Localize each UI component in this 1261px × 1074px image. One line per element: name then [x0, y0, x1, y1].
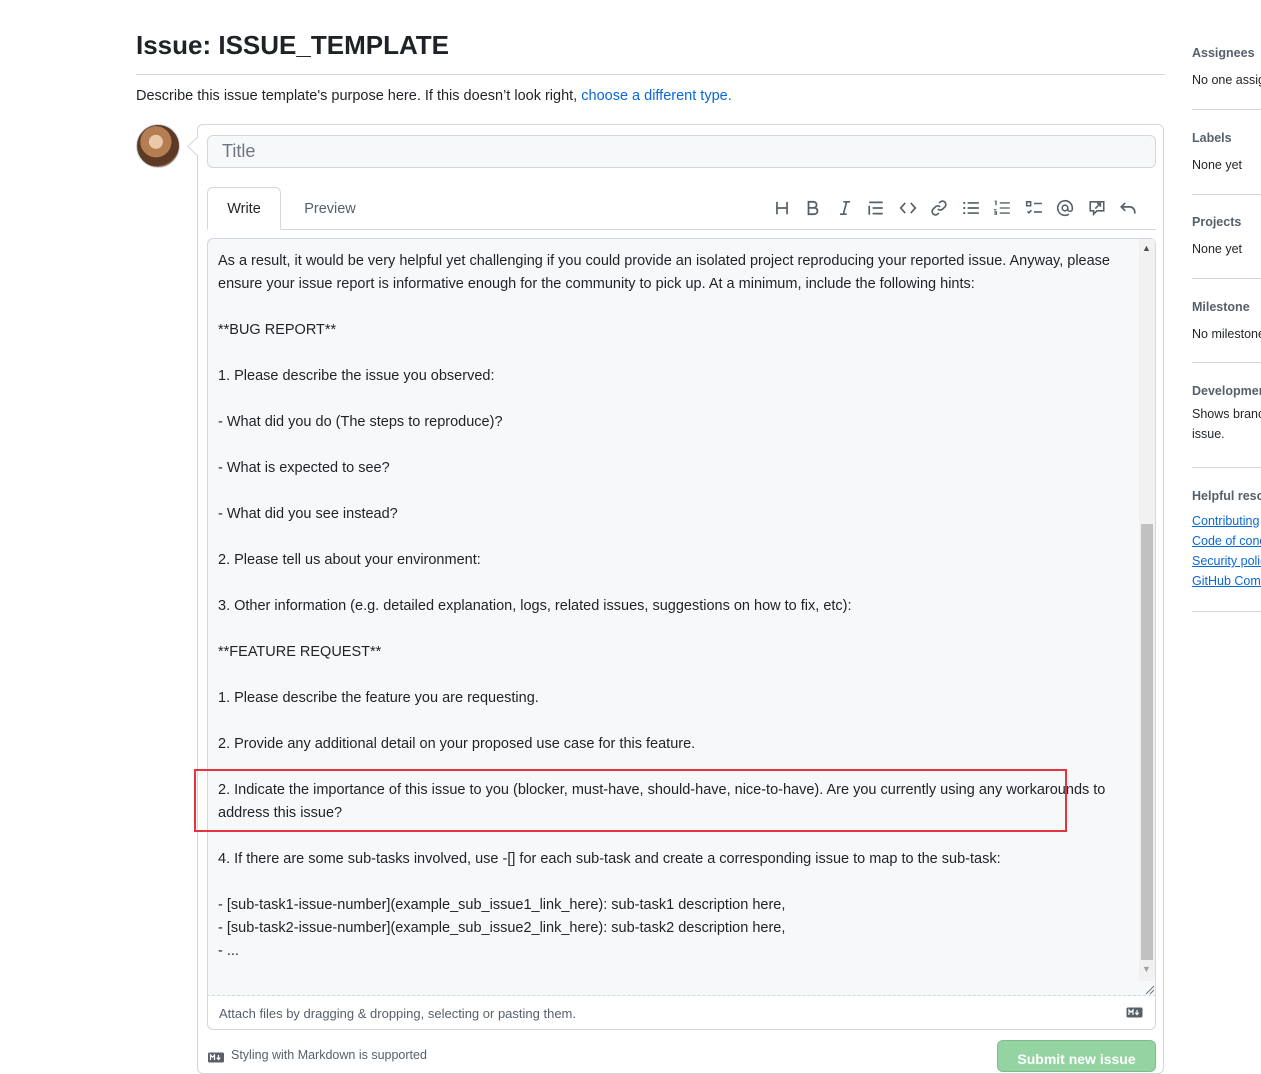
body-line: - [sub-task1-issue-number](example_sub_i… [218, 897, 786, 913]
scroll-down-arrow-icon[interactable]: ▼ [1142, 964, 1151, 974]
mention-icon[interactable] [1050, 196, 1082, 220]
sidebar-divider [1192, 467, 1261, 468]
body-line [218, 526, 1133, 549]
development-value: Shows branches and pull requests linked … [1192, 407, 1261, 421]
sidebar-divider [1192, 109, 1261, 110]
body-line [218, 388, 1133, 411]
labels-heading[interactable]: Labels [1192, 131, 1261, 145]
body-line [218, 710, 1133, 733]
code-of-conduct-link[interactable]: Code of conduct [1192, 531, 1261, 551]
link-icon[interactable] [924, 196, 956, 220]
body-line: - ... [218, 943, 239, 959]
numbered-list-icon[interactable] [987, 196, 1019, 220]
issue-title-input[interactable] [207, 135, 1156, 168]
sidebar-labels[interactable]: Labels None yet [1192, 131, 1261, 172]
markdown-supported-text[interactable]: Styling with Markdown is supported [231, 1048, 427, 1062]
development-value-cont: issue. [1192, 427, 1225, 441]
body-line: - What did you do (The steps to reproduc… [218, 414, 503, 430]
body-line: **BUG REPORT** [218, 322, 337, 338]
body-line [218, 296, 1133, 319]
contributing-link[interactable]: Contributing [1192, 511, 1261, 531]
body-line: - What did you see instead? [218, 506, 398, 522]
development-heading[interactable]: Development [1192, 384, 1261, 398]
markdown-toolbar [766, 196, 1144, 220]
heading-icon[interactable] [766, 196, 798, 220]
body-line: - What is expected to see? [218, 460, 390, 476]
body-line [218, 434, 1133, 457]
quote-icon[interactable] [861, 196, 893, 220]
page-title: Issue: ISSUE_TEMPLATE [136, 30, 450, 60]
bulleted-list-icon[interactable] [955, 196, 987, 220]
sidebar-development[interactable]: Development Shows branches and pull requ… [1192, 384, 1261, 444]
sidebar-divider [1192, 278, 1261, 279]
sidebar-projects[interactable]: Projects None yet [1192, 215, 1261, 256]
body-line [218, 572, 1133, 595]
italic-icon[interactable] [829, 196, 861, 220]
body-line: 4. If there are some sub-tasks involved,… [218, 851, 1001, 867]
sidebar-helpful-resources: Helpful resources Contributing Code of c… [1192, 489, 1261, 591]
assignees-value: No one assigned [1192, 73, 1261, 87]
submit-new-issue-button[interactable]: Submit new issue [997, 1040, 1156, 1072]
markdown-icon[interactable] [1126, 1007, 1143, 1018]
body-line [218, 664, 1133, 687]
milestone-value: No milestone [1192, 327, 1261, 341]
body-line: As a result, it would be very helpful ye… [218, 253, 1115, 292]
body-line: 1. Please describe the feature you are r… [218, 690, 539, 706]
attach-files-text: Attach files by dragging & dropping, sel… [219, 1006, 576, 1021]
body-line: 3. Other information (e.g. detailed expl… [218, 598, 852, 614]
sidebar-divider [1192, 194, 1261, 195]
code-icon[interactable] [892, 196, 924, 220]
body-line: 2. Provide any additional detail on your… [218, 736, 696, 752]
tab-preview[interactable]: Preview [287, 187, 373, 230]
issue-body-textarea[interactable]: As a result, it would be very helpful ye… [207, 238, 1156, 996]
assignees-heading[interactable]: Assignees [1192, 46, 1261, 60]
body-line: **FEATURE REQUEST** [218, 644, 382, 660]
task-list-icon[interactable] [1018, 196, 1050, 220]
body-line: - [sub-task2-issue-number](example_sub_i… [218, 920, 786, 936]
community-guidelines-link[interactable]: GitHub Community Guidelines [1192, 571, 1261, 591]
sidebar-assignees[interactable]: Assignees No one assigned [1192, 46, 1261, 87]
milestone-heading[interactable]: Milestone [1192, 300, 1261, 314]
projects-value: None yet [1192, 242, 1243, 256]
scroll-up-arrow-icon[interactable]: ▲ [1142, 243, 1151, 253]
reference-icon[interactable] [1081, 196, 1113, 220]
template-description-text: Describe this issue template's purpose h… [136, 88, 582, 104]
issue-body-text: As a result, it would be very helpful ye… [218, 250, 1133, 963]
security-policy-link[interactable]: Security policy [1192, 551, 1261, 571]
helpful-resources-heading: Helpful resources [1192, 489, 1261, 503]
body-line: 1. Please describe the issue you observe… [218, 368, 495, 384]
template-description: Describe this issue template's purpose h… [136, 88, 732, 104]
sidebar-divider [1192, 611, 1261, 612]
bold-icon[interactable] [798, 196, 830, 220]
body-line: 2. Please tell us about your environment… [218, 552, 481, 568]
issue-sidebar: Assignees No one assigned Labels None ye… [1192, 0, 1261, 1058]
projects-heading[interactable]: Projects [1192, 215, 1261, 229]
title-divider [136, 74, 1165, 75]
resize-handle-icon[interactable] [1143, 983, 1155, 995]
undo-icon[interactable] [1113, 196, 1145, 220]
body-line [218, 871, 1133, 894]
tab-write[interactable]: Write [207, 187, 281, 230]
choose-different-type-link[interactable]: choose a different type. [581, 88, 731, 104]
body-line [218, 342, 1133, 365]
highlight-box [194, 769, 1067, 832]
body-line [218, 618, 1133, 641]
body-line [218, 480, 1133, 503]
sidebar-milestone[interactable]: Milestone No milestone [1192, 300, 1261, 341]
editor-scrollbar-thumb[interactable] [1141, 524, 1153, 960]
avatar[interactable] [136, 124, 180, 168]
labels-value: None yet [1192, 158, 1243, 172]
sidebar-divider [1192, 362, 1261, 363]
